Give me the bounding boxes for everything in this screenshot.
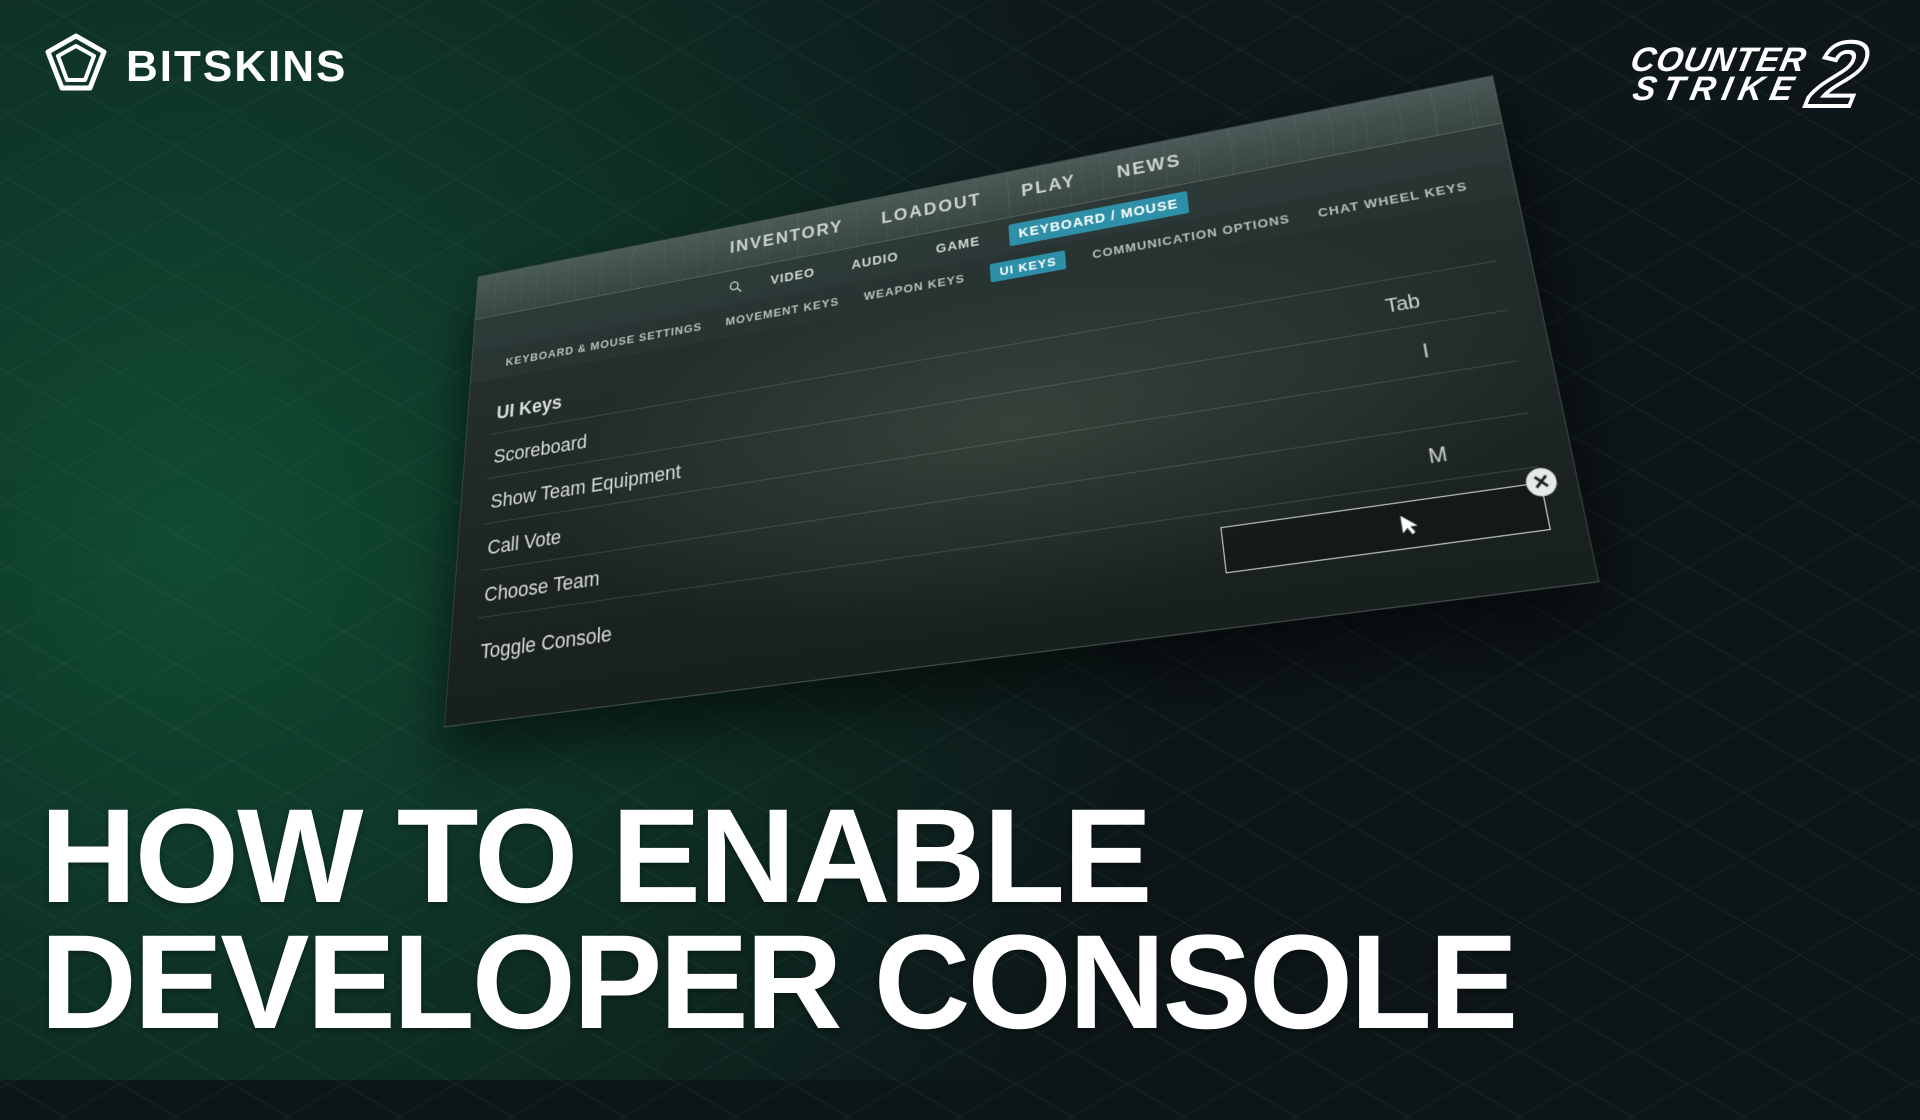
setting-label: Choose Team <box>484 566 601 607</box>
search-icon[interactable] <box>728 278 743 296</box>
headline-line1: HOW TO ENABLE <box>40 794 1880 920</box>
setting-label: Call Vote <box>487 525 562 560</box>
brand-logo: BITSKINS <box>44 32 347 101</box>
setting-value <box>1438 390 1516 402</box>
headline: HOW TO ENABLE DEVELOPER CONSOLE <box>40 794 1880 1046</box>
tab-video[interactable]: VIDEO <box>762 260 824 293</box>
game-logo-two: 2 <box>1805 36 1873 114</box>
section-title: UI Keys <box>496 391 563 425</box>
setting-value: I <box>1421 327 1508 363</box>
brand-mark-icon <box>44 32 108 101</box>
nav-news[interactable]: NEWS <box>1116 151 1182 183</box>
cursor-icon <box>1397 511 1427 544</box>
setting-value: M <box>1427 431 1529 469</box>
brand-name: BITSKINS <box>126 42 347 92</box>
nav-play[interactable]: PLAY <box>1021 172 1077 202</box>
setting-value: Tab <box>1384 277 1498 318</box>
nav-loadout[interactable]: LOADOUT <box>881 190 982 229</box>
setting-label: Scoreboard <box>493 430 588 469</box>
tab-game[interactable]: GAME <box>926 228 990 261</box>
setting-label: Toggle Console <box>480 621 613 664</box>
game-logo-line2: STRIKE <box>1622 75 1803 104</box>
tab-audio[interactable]: AUDIO <box>842 244 907 277</box>
section-header-value <box>1411 240 1486 253</box>
clear-bind-button[interactable]: ✕ <box>1524 466 1560 498</box>
headline-line2: DEVELOPER CONSOLE <box>40 920 1880 1046</box>
game-logo: COUNTER STRIKE 2 <box>1628 36 1864 114</box>
